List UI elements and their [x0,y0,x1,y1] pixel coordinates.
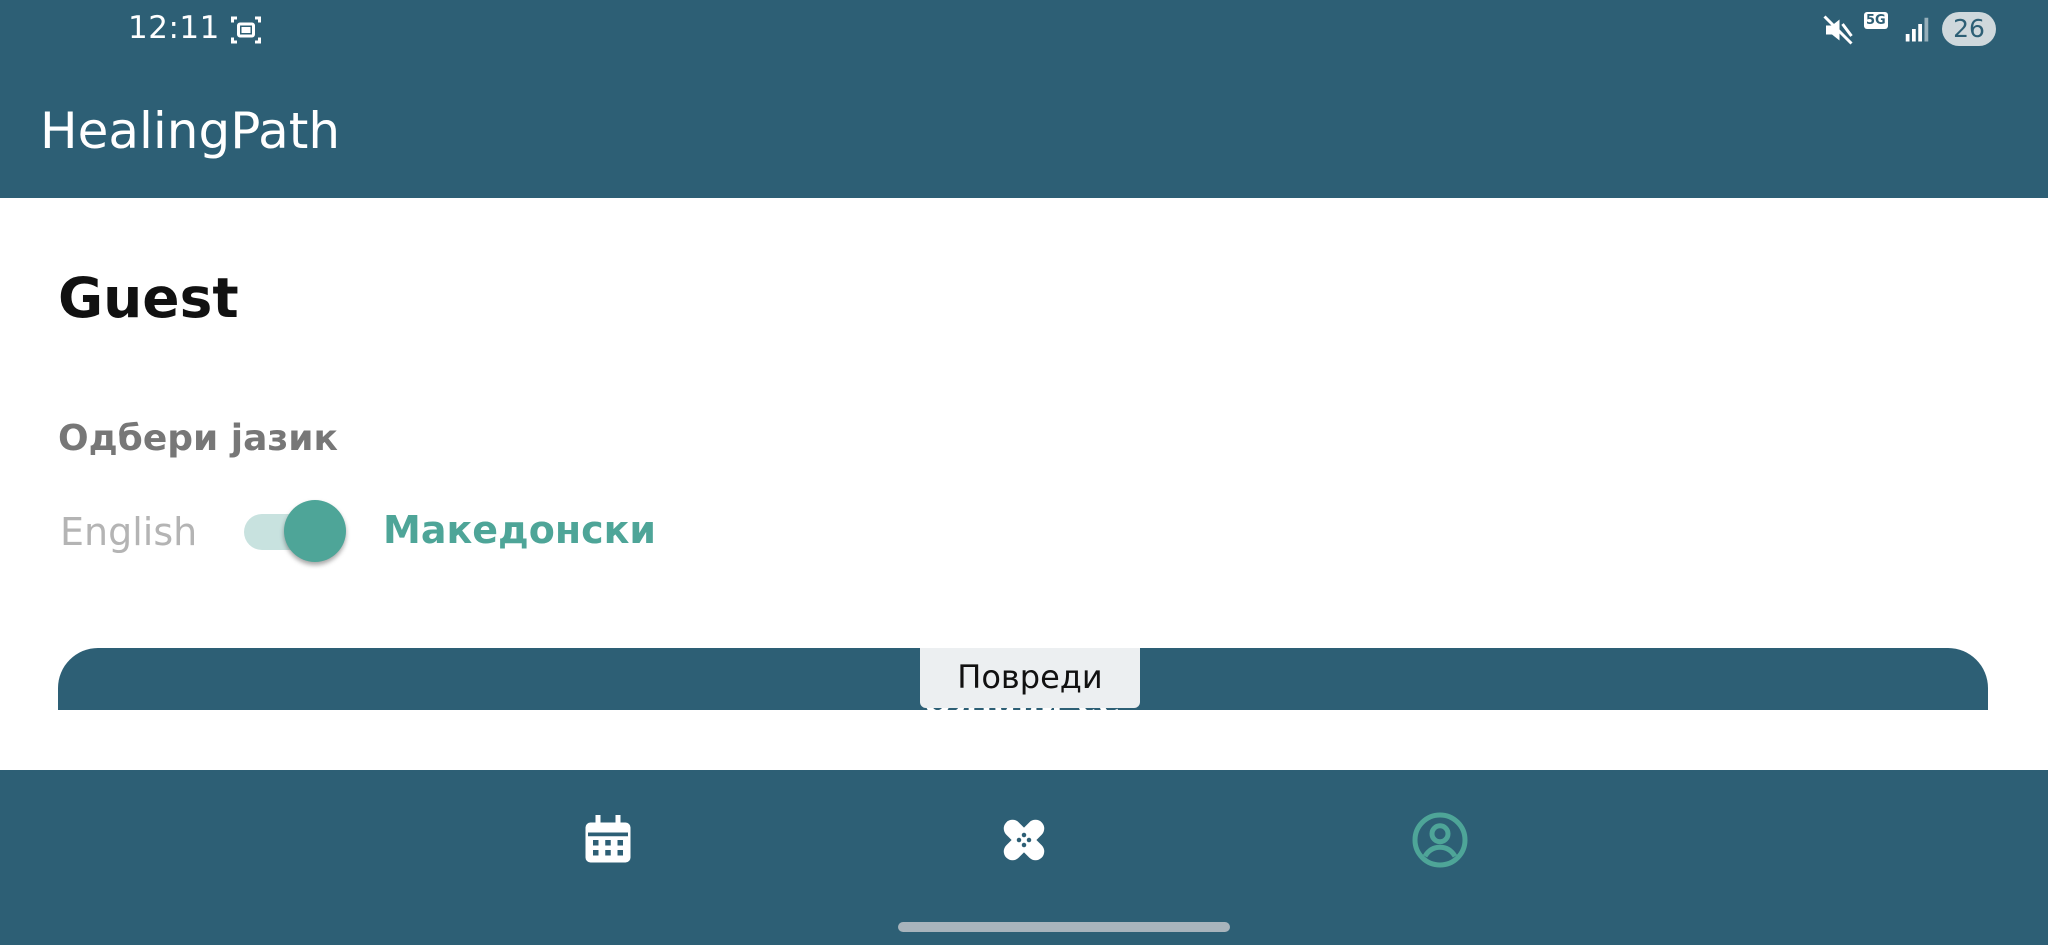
app-title: HealingPath [40,102,341,160]
language-selector: English Македонски [58,496,758,566]
language-option-macedonian: Македонски [383,508,657,552]
language-toggle[interactable] [244,498,354,562]
status-bar: 12:11 5G 26 [0,0,2048,58]
mute-icon [1823,15,1853,45]
nav-calendar[interactable] [578,810,638,870]
bottom-navigation [0,770,2048,945]
calendar-icon [585,815,631,863]
app-bar: HealingPath [0,58,2048,198]
nav-injuries[interactable] [994,810,1054,870]
toggle-thumb [284,500,346,562]
language-label: Одбери јазик [58,418,338,459]
network-label: 5G [1864,12,1888,29]
battery-badge: 26 [1942,12,1996,46]
language-option-english: English [60,510,198,554]
account-circle-icon [1412,812,1468,868]
bandage-icon [1003,819,1045,861]
signal-icon [1905,17,1929,42]
status-time: 12:11 [128,10,220,46]
home-indicator[interactable] [898,922,1230,932]
nav-profile[interactable] [1410,810,1470,870]
user-name: Guest [58,266,239,330]
injuries-tooltip: Повреди [920,648,1140,708]
profile-content: Guest Одбери јазик English Македонски Од… [0,198,2048,770]
screenshot-icon [231,16,261,44]
network-badge: 5G [1864,10,1896,46]
